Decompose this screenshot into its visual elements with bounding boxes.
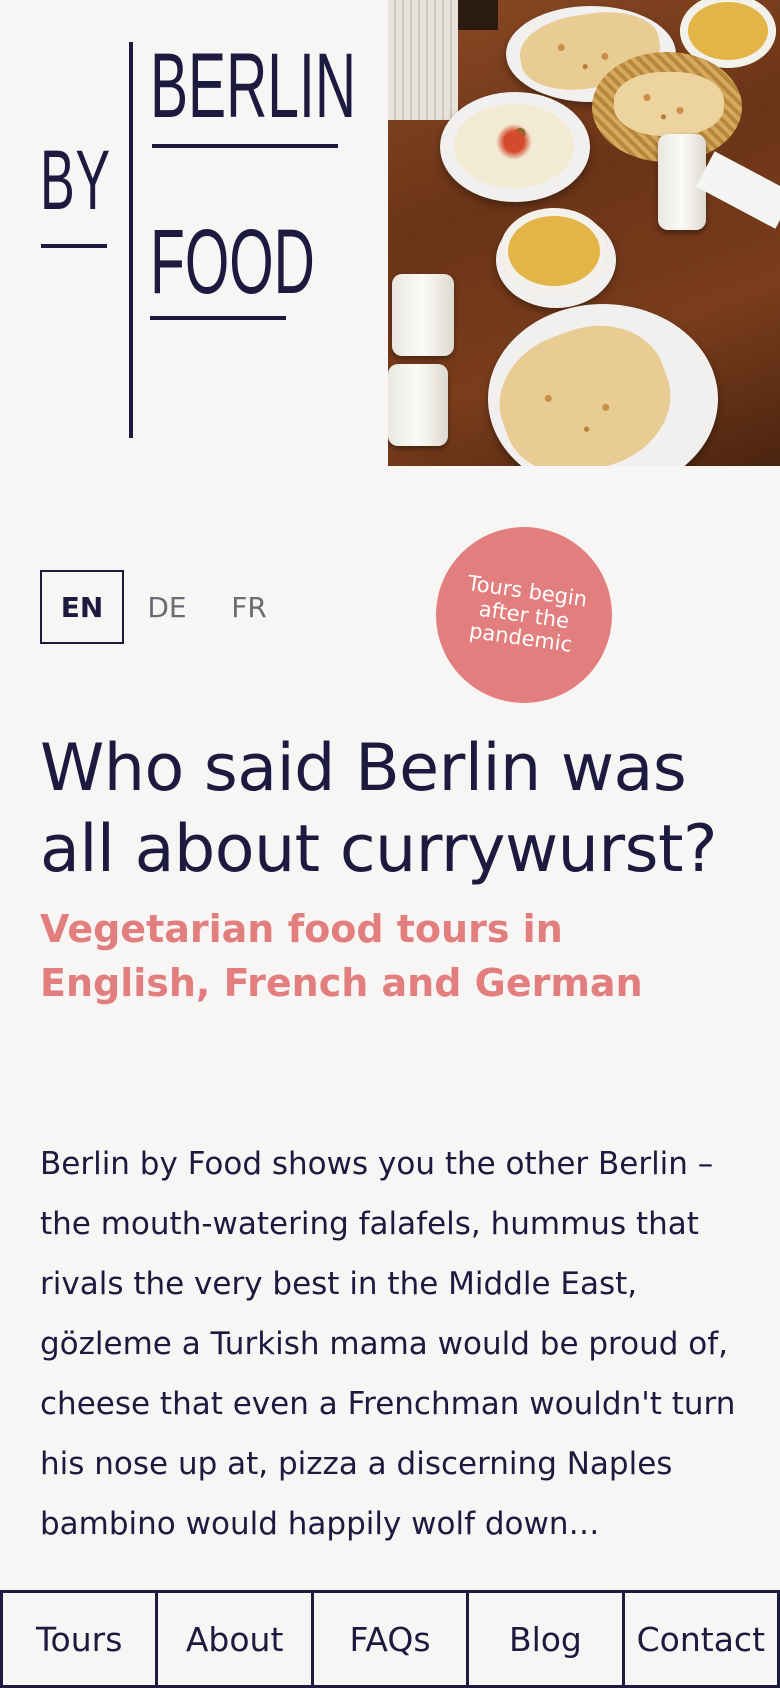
nav-item-faqs[interactable]: FAQs <box>310 1593 470 1688</box>
nav-item-blog[interactable]: Blog <box>466 1593 625 1688</box>
logo-divider <box>150 316 286 320</box>
logo-divider <box>152 144 338 148</box>
logo-vertical-divider <box>129 42 133 438</box>
ayran-glass <box>392 274 454 356</box>
language-option-en[interactable]: EN <box>40 570 124 644</box>
napkin <box>695 151 780 229</box>
bottom-nav: Tours About FAQs Blog Contact <box>0 1590 780 1688</box>
soup-bowl <box>500 208 608 294</box>
background-shadow <box>458 0 498 30</box>
page-subtitle: Vegetarian food tours in English, French… <box>40 907 643 1005</box>
status-badge: Tours begin after the pandemic <box>436 527 612 703</box>
badge-text: Tours begin after the pandemic <box>466 570 589 657</box>
bread <box>614 72 724 136</box>
logo-by-text: BY <box>40 133 111 227</box>
radiator <box>388 0 458 120</box>
logo-food-text: FOOD <box>150 211 315 313</box>
logo-divider <box>41 244 107 248</box>
language-option-de[interactable]: DE <box>146 570 188 644</box>
page-title: Who said Berlin was all about currywurst… <box>40 731 717 887</box>
ayran-glass <box>388 364 448 446</box>
language-option-fr[interactable]: FR <box>228 570 270 644</box>
intro-paragraph: Berlin by Food shows you the other Berli… <box>40 1146 736 1542</box>
hero-food-photo <box>388 0 780 466</box>
dumplings-dish <box>454 104 574 188</box>
language-switcher: EN DE FR <box>40 570 270 644</box>
nav-item-about[interactable]: About <box>155 1593 314 1688</box>
site-logo[interactable]: BY BERLIN FOOD <box>0 0 388 466</box>
nav-item-tours[interactable]: Tours <box>0 1593 159 1688</box>
nav-item-contact[interactable]: Contact <box>621 1593 780 1688</box>
logo-berlin-text: BERLIN <box>150 35 357 137</box>
